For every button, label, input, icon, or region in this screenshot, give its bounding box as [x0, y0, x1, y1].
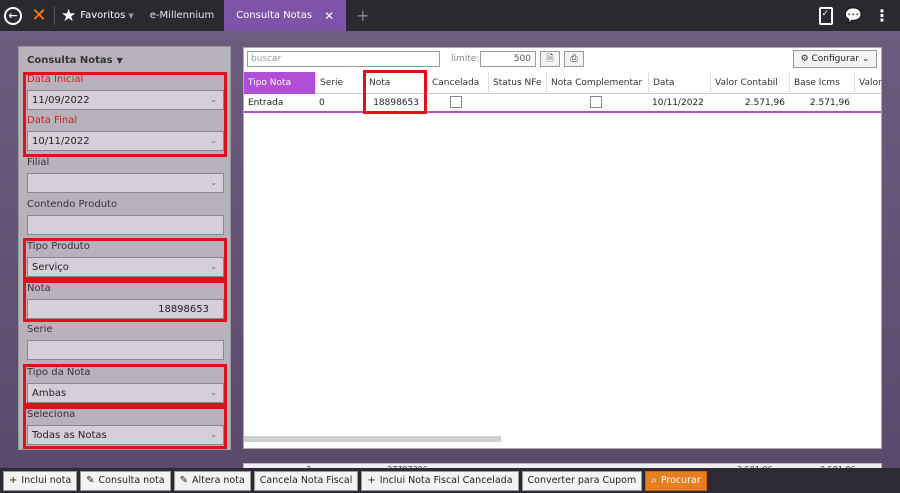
column-header-tipo-nota[interactable]: Tipo Nota: [244, 72, 315, 94]
horizontal-scrollbar[interactable]: [244, 436, 501, 442]
edit-icon: ✎: [86, 475, 95, 486]
action-bar: + Inclui nota ✎ Consulta nota ✎ Altera nota…: [0, 468, 900, 493]
tab-consulta-notas[interactable]: Consulta Notas ✕: [224, 0, 347, 31]
inclui-nota-button[interactable]: + Inclui nota: [3, 470, 78, 491]
print-button[interactable]: ⎙: [564, 51, 584, 67]
chevron-down-icon: ⌄: [210, 178, 217, 187]
back-arrow-icon: ←: [4, 6, 22, 25]
gear-icon: ⚙: [800, 54, 809, 64]
converter-para-cupom-button[interactable]: Converter para Cupom: [521, 470, 643, 491]
button-label: Inclui Nota Fiscal Cancelada: [379, 475, 513, 486]
highlight-box: [23, 238, 227, 280]
highlight-box: [23, 406, 227, 449]
cell-serie: 0: [319, 98, 325, 108]
app-logo: ✕: [31, 5, 47, 26]
plus-icon: +: [9, 475, 18, 486]
column-header-cancelada[interactable]: Cancelada: [427, 72, 488, 94]
caret-down-icon: ▼: [128, 11, 134, 20]
button-label: Converter para Cupom: [527, 475, 637, 486]
cell-base-icms: 2.571,96: [809, 98, 850, 108]
table-row[interactable]: Entrada 0 18898653 10/11/2022 2.571,96 2…: [244, 95, 881, 113]
favorites-menu[interactable]: ★ Favoritos ▼: [57, 0, 140, 31]
grid-toolbar: buscar limite: 500 🗎 ⎙ ⚙ Configurar ⌄: [244, 48, 881, 72]
clipboard-check-icon[interactable]: [818, 6, 833, 25]
more-vertical-icon[interactable]: ⋮: [874, 7, 890, 23]
divider: [54, 6, 55, 25]
filter-panel: Consulta Notas ▼ Data Inicial 11/09/2022 ⌄…: [18, 46, 231, 450]
filial-select[interactable]: ⌄: [27, 173, 224, 193]
file-icon: 🗎: [546, 54, 554, 64]
column-header-serie[interactable]: Serie: [315, 72, 364, 94]
grid-header: Tipo Nota Serie Nota Cancelada Status NF…: [244, 72, 883, 94]
plus-icon: +: [367, 475, 376, 486]
configurar-button[interactable]: ⚙ Configurar ⌄: [793, 50, 877, 68]
serie-label: Serie: [27, 324, 53, 335]
column-header-status-nfe[interactable]: Status NFe: [488, 72, 546, 94]
cancela-nota-fiscal-button[interactable]: Cancela Nota Fiscal: [253, 470, 359, 491]
export-button[interactable]: 🗎: [540, 51, 560, 67]
column-header-valor[interactable]: Valor: [854, 72, 883, 94]
filial-group: Filial ⌄: [27, 157, 224, 193]
cell-valor-contabil: 2.571,96: [744, 98, 785, 108]
chevron-down-icon: ⌄: [861, 54, 870, 64]
button-label: Inclui nota: [21, 475, 72, 486]
new-tab-button[interactable]: +: [346, 0, 379, 31]
top-bar: ← ✕ ★ Favoritos ▼ e-Millennium Consulta …: [0, 0, 900, 31]
button-label: Procurar: [660, 475, 701, 486]
column-header-nota-complementar[interactable]: Nota Complementar: [546, 72, 648, 94]
altera-nota-button[interactable]: ✎ Altera nota: [173, 470, 251, 491]
column-header-valor-contabil[interactable]: Valor Contabil: [710, 72, 789, 94]
search-icon: ⌕: [651, 475, 657, 486]
edit-icon: ✎: [179, 475, 188, 486]
panel-header[interactable]: Consulta Notas ▼: [27, 55, 123, 66]
serie-group: Serie: [27, 324, 224, 360]
column-header-base-icms[interactable]: Base Icms: [789, 72, 854, 94]
tab-label: Consulta Notas: [236, 10, 313, 21]
column-header-data[interactable]: Data: [648, 72, 710, 94]
tab-label: e-Millennium: [149, 10, 215, 21]
highlight-box: [23, 280, 227, 322]
highlight-box: [23, 72, 227, 157]
consulta-nota-button[interactable]: ✎ Consulta nota: [80, 470, 171, 491]
contendo-produto-label: Contendo Produto: [27, 199, 118, 210]
serie-input[interactable]: [27, 340, 224, 360]
cell-nota-complementar-checkbox[interactable]: [590, 96, 602, 108]
contendo-produto-group: Contendo Produto: [27, 199, 224, 235]
highlight-box: [363, 70, 427, 114]
button-label: Consulta nota: [98, 475, 165, 486]
chat-icon[interactable]: 💬: [845, 8, 862, 24]
button-label: Altera nota: [191, 475, 245, 486]
contendo-produto-input[interactable]: [27, 215, 224, 235]
highlight-box: [23, 364, 227, 406]
limite-input[interactable]: 500: [480, 51, 536, 67]
close-icon[interactable]: ✕: [324, 9, 334, 23]
tab-e-millennium[interactable]: e-Millennium: [140, 0, 224, 31]
limite-label: limite:: [451, 54, 480, 64]
cell-cancelada-checkbox[interactable]: [450, 96, 462, 108]
favorites-label: Favoritos: [80, 10, 126, 21]
cell-tipo-nota: Entrada: [248, 98, 284, 108]
configurar-label: Configurar: [811, 54, 860, 64]
inclui-nota-fiscal-cancelada-button[interactable]: + Inclui Nota Fiscal Cancelada: [361, 470, 519, 491]
back-button[interactable]: ←: [0, 0, 26, 31]
notes-grid: buscar limite: 500 🗎 ⎙ ⚙ Configurar ⌄ Ti…: [243, 47, 882, 449]
main-area: Consulta Notas ▼ Data Inicial 11/09/2022 ⌄…: [0, 31, 900, 477]
button-label: Cancela Nota Fiscal: [259, 475, 353, 486]
panel-title: Consulta Notas: [27, 55, 113, 66]
printer-icon: ⎙: [570, 54, 578, 64]
filial-label: Filial: [27, 157, 50, 168]
cell-data: 10/11/2022: [652, 98, 704, 108]
star-icon: ★: [61, 5, 77, 26]
chevron-down-icon: ▼: [116, 56, 123, 65]
search-input[interactable]: buscar: [247, 51, 440, 67]
procurar-button[interactable]: ⌕ Procurar: [645, 470, 707, 491]
